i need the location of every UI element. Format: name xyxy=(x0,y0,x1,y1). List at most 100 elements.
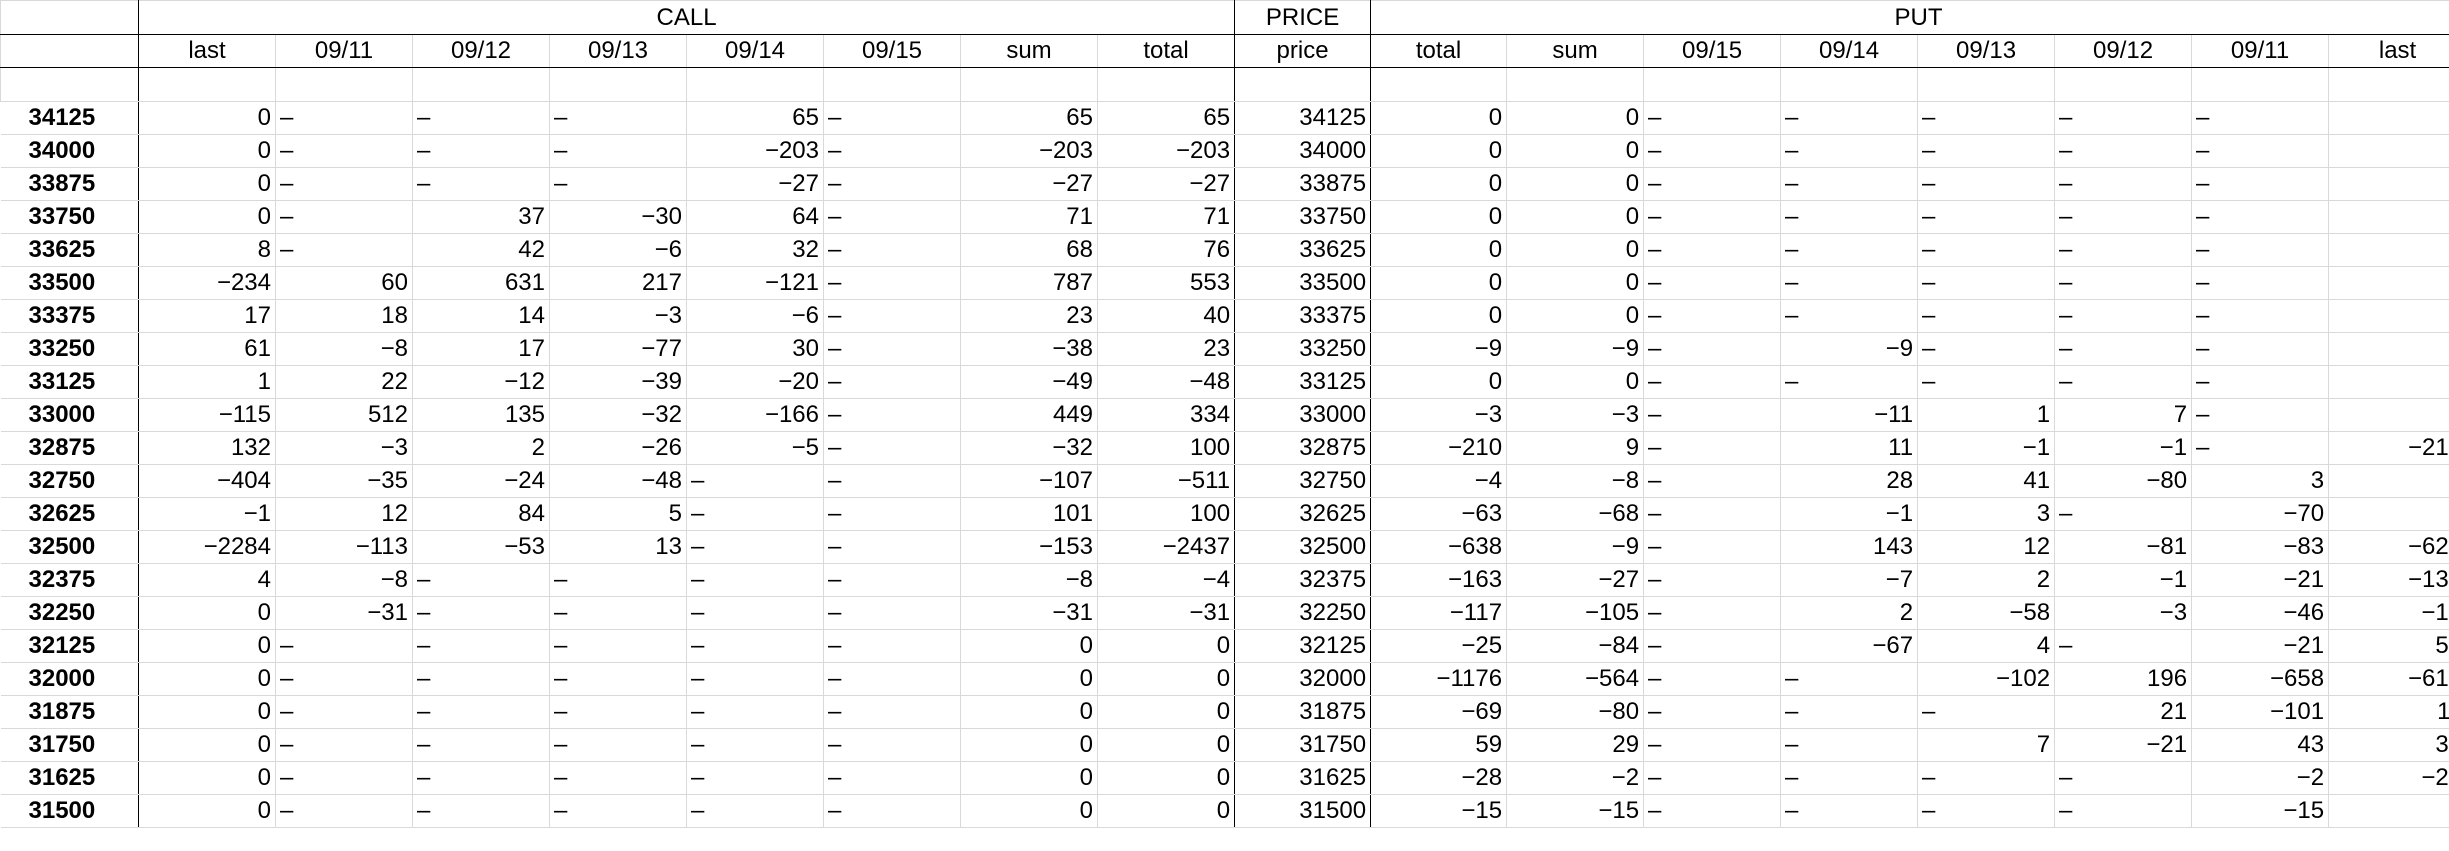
table-cell[interactable]: – xyxy=(2054,101,2193,135)
table-cell[interactable]: 0 xyxy=(1370,299,1508,333)
put-group-header[interactable]: PUT xyxy=(1370,0,2449,35)
table-cell[interactable]: – xyxy=(275,761,413,795)
table-cell[interactable]: 84 xyxy=(412,497,550,531)
table-cell[interactable]: 33875 xyxy=(1234,167,1372,201)
table-cell[interactable]: −153 xyxy=(960,530,1098,564)
table-cell[interactable]: 31625 xyxy=(1234,761,1372,795)
table-cell[interactable]: – xyxy=(823,431,961,465)
table-cell[interactable]: 13 xyxy=(549,530,687,564)
table-cell[interactable]: – xyxy=(1643,431,1782,465)
table-cell[interactable]: – xyxy=(823,134,961,168)
table-cell[interactable]: 30 xyxy=(686,332,824,366)
table-cell[interactable]: – xyxy=(1643,728,1782,762)
table-cell[interactable]: −26 xyxy=(2328,761,2449,795)
table-cell[interactable]: 4 xyxy=(2328,464,2449,498)
table-cell[interactable]: −4 xyxy=(1370,464,1508,498)
table-cell[interactable]: −81 xyxy=(2054,530,2193,564)
table-cell[interactable]: −629 xyxy=(2328,530,2449,564)
table-cell[interactable]: – xyxy=(275,728,413,762)
table-cell[interactable]: 0 xyxy=(960,629,1098,663)
column-header[interactable]: 09/14 xyxy=(686,34,824,68)
table-cell[interactable]: −8 xyxy=(960,563,1098,597)
table-cell[interactable]: – xyxy=(1780,266,1919,300)
row-label[interactable]: 31750 xyxy=(0,728,139,762)
price-group-header[interactable]: PRICE xyxy=(1234,0,1372,35)
table-cell[interactable]: – xyxy=(275,167,413,201)
table-cell[interactable]: −2284 xyxy=(138,530,276,564)
row-label[interactable]: 33875 xyxy=(0,167,139,201)
table-cell[interactable]: – xyxy=(2054,134,2193,168)
table-cell[interactable]: −27 xyxy=(1096,167,1236,201)
table-cell[interactable]: – xyxy=(2054,365,2193,399)
table-cell[interactable]: – xyxy=(1643,761,1782,795)
table-cell[interactable]: 61 xyxy=(138,332,276,366)
table-cell[interactable]: −7 xyxy=(1780,563,1919,597)
table-cell[interactable]: – xyxy=(1917,299,2056,333)
table-cell[interactable]: – xyxy=(549,761,687,795)
table-cell[interactable]: – xyxy=(1917,101,2056,135)
table-cell[interactable]: 0 xyxy=(2328,299,2449,333)
table-cell[interactable]: −63 xyxy=(1370,497,1508,531)
table-cell[interactable]: – xyxy=(275,794,413,828)
table-cell[interactable]: 0 xyxy=(2328,233,2449,267)
table-cell[interactable]: −219 xyxy=(2328,431,2449,465)
table-cell[interactable]: – xyxy=(1643,464,1782,498)
table-cell[interactable]: 217 xyxy=(549,266,687,300)
corner-cell[interactable] xyxy=(0,34,139,68)
row-label[interactable]: 32500 xyxy=(0,530,139,564)
table-cell[interactable]: – xyxy=(2054,299,2193,333)
table-cell[interactable]: −4 xyxy=(1096,563,1236,597)
column-header[interactable]: last xyxy=(2328,34,2449,68)
column-header[interactable]: 09/14 xyxy=(1780,34,1919,68)
row-label[interactable]: 32875 xyxy=(0,431,139,465)
column-header[interactable]: total xyxy=(1370,34,1508,68)
table-cell[interactable]: 31875 xyxy=(1234,695,1372,729)
table-cell[interactable]: −31 xyxy=(275,596,413,630)
table-cell[interactable]: – xyxy=(412,695,550,729)
table-cell[interactable]: – xyxy=(823,728,961,762)
table-cell[interactable]: 1 xyxy=(1917,398,2056,432)
table-cell[interactable]: – xyxy=(412,728,550,762)
table-cell[interactable]: −26 xyxy=(549,431,687,465)
table-cell[interactable]: 0 xyxy=(138,101,276,135)
table-cell[interactable]: −1 xyxy=(1917,431,2056,465)
table-cell[interactable]: – xyxy=(823,530,961,564)
empty-cell[interactable] xyxy=(549,67,687,102)
table-cell[interactable]: – xyxy=(686,728,824,762)
table-cell[interactable]: −6 xyxy=(686,299,824,333)
row-label[interactable]: 33375 xyxy=(0,299,139,333)
table-cell[interactable]: 0 xyxy=(2328,134,2449,168)
table-cell[interactable]: −24 xyxy=(412,464,550,498)
column-header[interactable]: 09/12 xyxy=(412,34,550,68)
row-label[interactable]: 32000 xyxy=(0,662,139,696)
empty-cell[interactable] xyxy=(1370,67,1508,102)
table-cell[interactable]: −8 xyxy=(275,563,413,597)
empty-cell[interactable] xyxy=(686,67,824,102)
table-cell[interactable]: 0 xyxy=(1096,794,1236,828)
table-cell[interactable]: 32125 xyxy=(1234,629,1372,663)
table-cell[interactable]: 12 xyxy=(275,497,413,531)
table-cell[interactable]: 18 xyxy=(275,299,413,333)
table-cell[interactable]: −8 xyxy=(275,332,413,366)
table-cell[interactable]: 0 xyxy=(960,662,1098,696)
table-cell[interactable]: −46 xyxy=(2191,596,2330,630)
table-cell[interactable]: −27 xyxy=(960,167,1098,201)
column-header[interactable]: 09/13 xyxy=(1917,34,2056,68)
table-cell[interactable]: – xyxy=(1643,365,1782,399)
table-cell[interactable]: – xyxy=(1643,167,1782,201)
table-cell[interactable]: – xyxy=(275,629,413,663)
table-cell[interactable]: – xyxy=(1780,365,1919,399)
row-label[interactable]: 31625 xyxy=(0,761,139,795)
table-cell[interactable]: – xyxy=(686,629,824,663)
table-cell[interactable]: 0 xyxy=(1096,695,1236,729)
table-cell[interactable]: 0 xyxy=(1370,200,1508,234)
empty-cell[interactable] xyxy=(2054,67,2193,102)
table-cell[interactable]: 43 xyxy=(2191,728,2330,762)
table-cell[interactable]: – xyxy=(1780,728,1919,762)
table-cell[interactable]: – xyxy=(2054,167,2193,201)
table-cell[interactable]: 0 xyxy=(1370,134,1508,168)
table-cell[interactable]: – xyxy=(1643,398,1782,432)
table-cell[interactable]: 100 xyxy=(1096,497,1236,531)
table-cell[interactable]: 33500 xyxy=(1234,266,1372,300)
table-cell[interactable]: – xyxy=(823,794,961,828)
